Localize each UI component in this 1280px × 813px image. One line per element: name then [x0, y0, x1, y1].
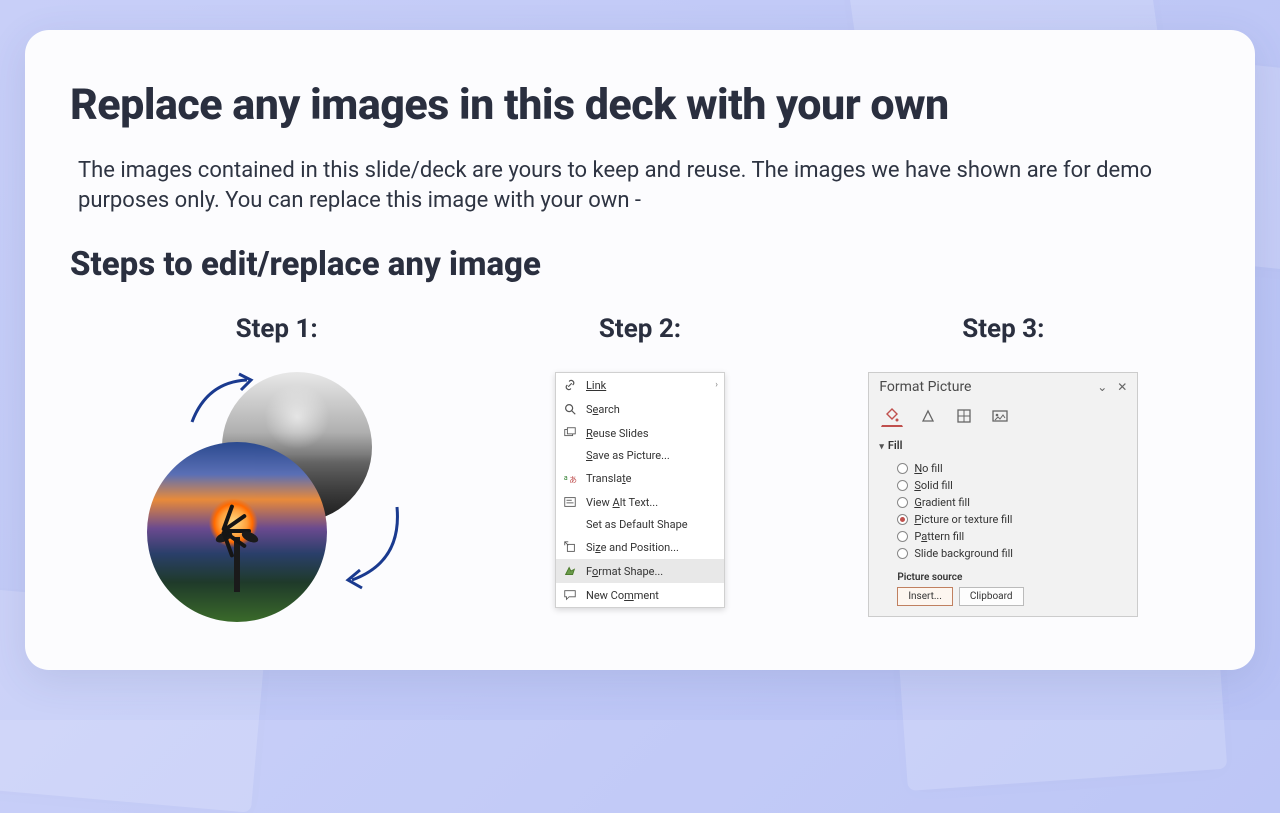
fill-section-header[interactable]: Fill — [869, 435, 1137, 456]
description-text: The images contained in this slide/deck … — [78, 156, 1202, 215]
slide-card: Replace any images in this deck with you… — [25, 30, 1255, 670]
step-1-label: Step 1: — [236, 314, 318, 344]
radio-no-fill[interactable]: No fill — [897, 460, 1127, 477]
picture-source-buttons: Insert... Clipboard — [869, 587, 1137, 606]
step-2-label: Step 2: — [599, 314, 681, 344]
menu-search[interactable]: Search — [556, 397, 724, 421]
format-picture-panel: Format Picture ⌄ ✕ Fill No fill Solid fi… — [868, 372, 1138, 617]
translate-icon: aあ — [562, 470, 578, 486]
format-panel-tabs — [869, 401, 1137, 435]
menu-link[interactable]: Link › — [556, 373, 724, 397]
step-3-label: Step 3: — [962, 314, 1044, 344]
menu-alt-text[interactable]: View Alt Text... — [556, 490, 724, 514]
menu-comment-label: New Comment — [586, 589, 659, 602]
slides-icon — [562, 425, 578, 441]
menu-link-label: Link — [586, 379, 606, 392]
radio-solid-fill[interactable]: Solid fill — [897, 477, 1127, 494]
menu-translate-label: Translate — [586, 472, 632, 485]
menu-format-shape-label: Format Shape... — [586, 565, 663, 578]
step-2: Step 2: Link › Search Reuse Slides Save … — [473, 314, 806, 622]
link-icon — [562, 377, 578, 393]
tab-picture[interactable] — [989, 405, 1011, 427]
chevron-right-icon: › — [715, 380, 718, 390]
menu-reuse-slides[interactable]: Reuse Slides — [556, 421, 724, 445]
menu-default-shape[interactable]: Set as Default Shape — [556, 514, 724, 535]
picture-source-label: Picture source — [869, 566, 1137, 587]
tab-size[interactable] — [953, 405, 975, 427]
context-menu: Link › Search Reuse Slides Save as Pictu… — [555, 372, 725, 608]
tab-fill[interactable] — [881, 405, 903, 427]
menu-format-shape[interactable]: Format Shape... — [556, 559, 724, 583]
radio-slide-bg-fill[interactable]: Slide background fill — [897, 545, 1127, 562]
search-icon — [562, 401, 578, 417]
image-color-circle — [147, 442, 327, 622]
alt-text-icon — [562, 494, 578, 510]
menu-size-label: Size and Position... — [586, 541, 679, 554]
svg-text:あ: あ — [569, 476, 577, 485]
step-1-illustration — [147, 372, 407, 622]
format-panel-title: Format Picture — [879, 379, 971, 395]
steps-subtitle: Steps to edit/replace any image — [70, 245, 1210, 284]
radio-pattern-fill[interactable]: Pattern fill — [897, 528, 1127, 545]
close-icon[interactable]: ✕ — [1117, 380, 1127, 394]
menu-search-label: Search — [586, 403, 620, 416]
fill-options: No fill Solid fill Gradient fill Picture… — [869, 456, 1137, 566]
step-1: Step 1: — [110, 314, 443, 622]
menu-size-position[interactable]: Size and Position... — [556, 535, 724, 559]
step-3: Step 3: Format Picture ⌄ ✕ Fill — [837, 314, 1170, 622]
clipboard-button[interactable]: Clipboard — [959, 587, 1024, 606]
steps-row: Step 1: — [70, 314, 1210, 622]
svg-text:a: a — [564, 474, 568, 482]
radio-picture-fill[interactable]: Picture or texture fill — [897, 511, 1127, 528]
menu-reuse-label: Reuse Slides — [586, 427, 649, 440]
chevron-down-icon[interactable]: ⌄ — [1097, 380, 1107, 394]
menu-translate[interactable]: aあ Translate — [556, 466, 724, 490]
page-title: Replace any images in this deck with you… — [70, 80, 1210, 130]
radio-gradient-fill[interactable]: Gradient fill — [897, 494, 1127, 511]
menu-save-picture-label: Save as Picture... — [586, 449, 670, 462]
comment-icon — [562, 587, 578, 603]
insert-button[interactable]: Insert... — [897, 587, 953, 606]
size-icon — [562, 539, 578, 555]
menu-new-comment[interactable]: New Comment — [556, 583, 724, 607]
format-shape-icon — [562, 563, 578, 579]
menu-alt-text-label: View Alt Text... — [586, 496, 658, 509]
tab-effects[interactable] — [917, 405, 939, 427]
menu-save-picture[interactable]: Save as Picture... — [556, 445, 724, 466]
format-panel-header: Format Picture ⌄ ✕ — [869, 373, 1137, 401]
menu-default-shape-label: Set as Default Shape — [586, 518, 688, 531]
